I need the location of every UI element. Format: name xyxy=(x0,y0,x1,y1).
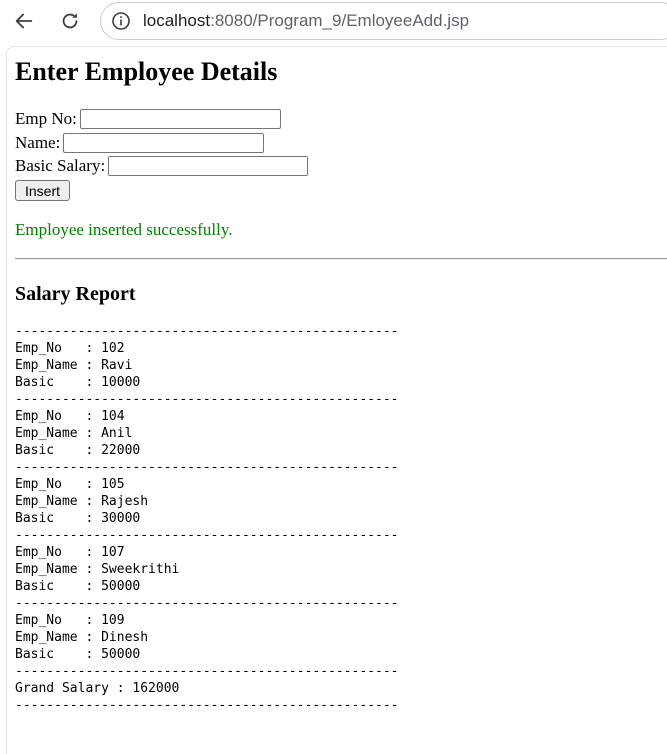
basic-salary-label: Basic Salary: xyxy=(15,156,106,175)
insert-button[interactable]: Insert xyxy=(15,180,70,201)
url-text[interactable]: localhost:8080/Program_9/EmloyeeAdd.jsp xyxy=(143,11,469,31)
report-line: ----------------------------------------… xyxy=(15,324,399,339)
salary-report: ----------------------------------------… xyxy=(15,323,399,714)
report-line: Emp_No : 102 xyxy=(15,341,125,356)
browser-toolbar: localhost:8080/Program_9/EmloyeeAdd.jsp xyxy=(0,0,667,46)
report-line: Basic : 30000 xyxy=(15,511,141,526)
report-line: Emp_Name : Rajesh xyxy=(15,494,149,509)
basic-salary-input[interactable] xyxy=(108,156,309,176)
report-title: Salary Report xyxy=(15,283,136,305)
name-label: Name: xyxy=(15,133,61,152)
report-line: ----------------------------------------… xyxy=(15,528,399,543)
report-line: Emp_No : 105 xyxy=(15,477,125,492)
url-host: localhost xyxy=(143,11,211,30)
reload-icon xyxy=(62,13,78,29)
name-input[interactable] xyxy=(63,133,265,153)
report-line: Basic : 50000 xyxy=(15,647,141,662)
divider xyxy=(15,258,667,260)
report-line: Basic : 50000 xyxy=(15,579,141,594)
report-line: Emp_No : 107 xyxy=(15,545,125,560)
report-line: Emp_No : 104 xyxy=(15,409,125,424)
report-line: ----------------------------------------… xyxy=(15,596,399,611)
report-line: Basic : 10000 xyxy=(15,375,141,390)
report-line: Emp_Name : Dinesh xyxy=(15,630,149,645)
report-line: ----------------------------------------… xyxy=(15,392,399,407)
page-viewport: Enter Employee Details Emp No: Name: Bas… xyxy=(6,46,667,754)
report-line: ----------------------------------------… xyxy=(15,698,399,713)
emp-no-input[interactable] xyxy=(79,109,281,129)
emp-no-label: Emp No: xyxy=(15,109,77,128)
report-line: ----------------------------------------… xyxy=(15,460,399,475)
report-line: Emp_Name : Ravi xyxy=(15,358,133,373)
report-line: ----------------------------------------… xyxy=(15,664,399,679)
url-path: :8080/Program_9/EmloyeeAdd.jsp xyxy=(210,11,470,30)
emp-no-row: Emp No: xyxy=(15,109,281,129)
success-message: Employee inserted successfully. xyxy=(15,220,233,239)
address-bar[interactable]: localhost:8080/Program_9/EmloyeeAdd.jsp xyxy=(100,2,667,40)
name-row: Name: xyxy=(15,133,265,153)
report-line: Emp_No : 109 xyxy=(15,613,125,628)
report-line: Grand Salary : 162000 xyxy=(15,681,180,696)
page-title: Enter Employee Details xyxy=(15,57,278,86)
back-button[interactable] xyxy=(8,5,40,37)
basic-salary-row: Basic Salary: xyxy=(15,156,309,176)
report-line: Emp_Name : Anil xyxy=(15,426,133,441)
arrow-left-icon xyxy=(15,13,33,29)
reload-button[interactable] xyxy=(54,5,86,37)
report-line: Emp_Name : Sweekrithi xyxy=(15,562,180,577)
report-line: Basic : 22000 xyxy=(15,443,141,458)
info-icon[interactable] xyxy=(111,11,131,31)
